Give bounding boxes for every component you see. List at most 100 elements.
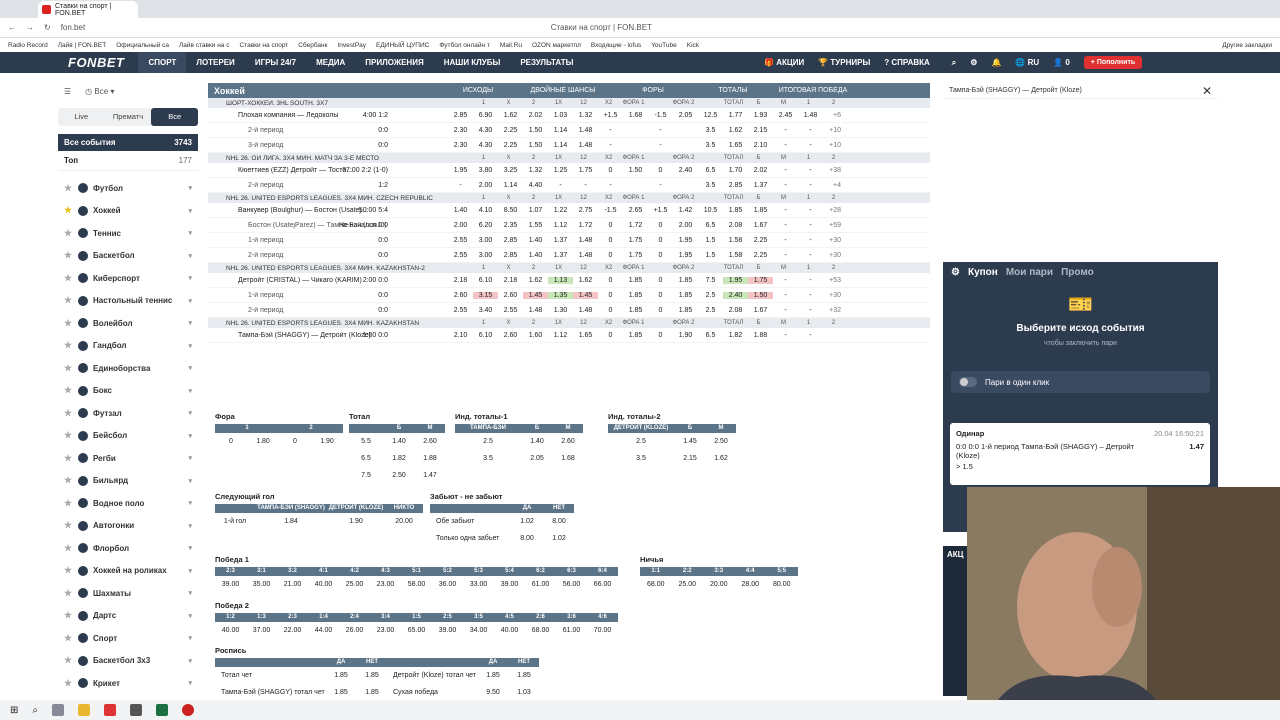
odds-cell[interactable]: 2.02 <box>523 112 548 119</box>
bookmark-item[interactable]: Футбол онлайн т <box>439 42 490 49</box>
tournaments-link[interactable]: 🏆 ТУРНИРЫ <box>818 58 870 67</box>
odds-cell[interactable]: 3.00 <box>473 252 498 259</box>
odds-cell[interactable]: 1.75 <box>748 276 773 284</box>
sidebar-tab[interactable]: Прематч <box>105 108 152 126</box>
odds-cell[interactable]: 2.85 <box>448 112 473 119</box>
chevron-down-icon[interactable]: ▾ <box>188 252 192 260</box>
odds-cell[interactable]: +1.5 <box>648 207 673 214</box>
odds-cell[interactable]: 2.75 <box>573 207 598 214</box>
odds-cell[interactable]: 2.02 <box>748 167 773 174</box>
market-odd[interactable]: 35.00 <box>246 576 277 593</box>
odds-cell[interactable]: 0 <box>648 222 673 229</box>
odds-cell[interactable]: 1.95 <box>673 252 698 259</box>
odds-cell[interactable]: - <box>773 307 798 314</box>
taskview-icon[interactable] <box>52 704 64 716</box>
market-odd[interactable]: 34.00 <box>463 622 494 639</box>
market-odd[interactable]: 1.02 <box>544 530 574 547</box>
bookmark-item[interactable]: Radio Record <box>8 42 48 49</box>
odds-cell[interactable]: 2.08 <box>723 307 748 314</box>
odds-cell[interactable]: 2.25 <box>498 127 523 134</box>
odds-cell[interactable]: 1.72 <box>573 222 598 229</box>
odds-cell[interactable]: 1.45 <box>573 291 598 299</box>
odds-cell[interactable]: - <box>798 142 823 149</box>
odds-cell[interactable]: 12.5 <box>698 112 723 119</box>
chevron-down-icon[interactable]: ▾ <box>188 387 192 395</box>
odds-cell[interactable] <box>623 182 648 189</box>
odds-cell[interactable]: 1.14 <box>498 182 523 189</box>
market-odd[interactable]: 61.00 <box>525 576 556 593</box>
market-odd[interactable]: 70.00 <box>587 622 618 639</box>
chevron-down-icon[interactable]: ▾ <box>188 544 192 552</box>
odds-cell[interactable]: 1.22 <box>548 207 573 214</box>
sport-item[interactable]: ★ Теннис ▾ <box>58 222 198 245</box>
market-odd[interactable]: 5.5 <box>349 433 383 450</box>
all-events-item[interactable]: Все события 3743 <box>58 134 198 151</box>
chevron-down-icon[interactable]: ▾ <box>188 612 192 620</box>
event-row[interactable]: 2-й период 0:0 2.30 4.30 2.25 1.50 1.14 1.48- -3… <box>208 123 930 138</box>
odds-cell[interactable]: 1.48 <box>573 307 598 314</box>
sidebar-tab[interactable]: Live <box>58 108 105 126</box>
nav-item[interactable]: НАШИ КЛУБЫ <box>434 52 511 73</box>
odds-cell[interactable]: 1.70 <box>723 167 748 174</box>
market-odd[interactable]: 1.47 <box>415 467 445 484</box>
odds-cell[interactable]: 2.00 <box>448 222 473 229</box>
nav-item[interactable]: СПОРТ <box>138 52 187 73</box>
odds-cell[interactable]: - <box>798 207 823 214</box>
odds-cell[interactable]: - <box>798 127 823 134</box>
odds-cell[interactable]: 1.12 <box>548 332 573 339</box>
bookmark-item[interactable]: Лайв | FON.BET <box>58 42 106 49</box>
star-icon[interactable]: ★ <box>64 205 78 216</box>
odds-cell[interactable]: 1.50 <box>523 127 548 134</box>
odds-cell[interactable]: 1.68 <box>623 112 648 119</box>
help-link[interactable]: ? СПРАВКА <box>884 58 929 67</box>
odds-cell[interactable]: - <box>573 182 598 189</box>
chevron-down-icon[interactable]: ▾ <box>188 522 192 530</box>
odds-cell[interactable]: -1.5 <box>648 112 673 119</box>
more-markets[interactable]: +32 <box>823 307 841 314</box>
star-icon[interactable]: ★ <box>64 228 78 239</box>
league-header[interactable]: NHL 26. UNITED ESPORTS LEAGUES. 3X4 МИН.… <box>208 318 930 328</box>
odds-cell[interactable]: 1.65 <box>723 142 748 149</box>
market-odd[interactable]: 36.00 <box>432 576 463 593</box>
odds-cell[interactable]: 1.03 <box>548 112 573 119</box>
odds-cell[interactable]: 3.40 <box>473 307 498 314</box>
sport-item[interactable]: ★ Водное поло ▾ <box>58 492 198 515</box>
odds-cell[interactable]: 1.32 <box>523 167 548 174</box>
chevron-down-icon[interactable]: ▾ <box>188 229 192 237</box>
odds-cell[interactable]: 1.85 <box>673 277 698 284</box>
odds-cell[interactable]: 3.5 <box>698 127 723 134</box>
nav-item[interactable]: ПРИЛОЖЕНИЯ <box>355 52 433 73</box>
event-row[interactable]: 1-й период 0:0 2.55 3.00 2.85 1.40 1.37 1.48 0 1.… <box>208 233 930 248</box>
odds-cell[interactable]: - <box>773 222 798 229</box>
browser-tab[interactable]: Ставки на спорт | FON.BET <box>38 1 138 18</box>
odds-cell[interactable]: 3.15 <box>473 291 498 299</box>
league-header[interactable]: ШОРТ-ХОККЕЙ. 3HL SOUTH. 3X7 1 X 2 1X 12 X2 ФОРА… <box>208 98 930 108</box>
tab-promo[interactable]: Промо <box>1061 267 1094 278</box>
odds-cell[interactable]: 2.55 <box>448 307 473 314</box>
odds-cell[interactable]: - <box>773 127 798 134</box>
chevron-down-icon[interactable]: ▾ <box>188 634 192 642</box>
sidebar-tab[interactable]: Все <box>151 108 199 126</box>
more-markets[interactable]: +30 <box>823 252 841 259</box>
odds-cell[interactable]: 2.18 <box>448 277 473 284</box>
odds-cell[interactable]: - <box>598 182 623 189</box>
event-row[interactable]: 1-й период 0:0 2.60 3.15 2.60 1.45 1.35 1.45 0 1.… <box>208 288 930 303</box>
odds-cell[interactable]: - <box>773 277 798 284</box>
odds-cell[interactable]: 2.60 <box>498 332 523 339</box>
odds-cell[interactable]: 1.77 <box>723 112 748 119</box>
gear-icon[interactable]: ⚙ <box>970 58 977 67</box>
odds-cell[interactable]: 2.05 <box>673 112 698 119</box>
odds-cell[interactable]: 2.25 <box>498 142 523 149</box>
sport-item[interactable]: ★ Гандбол ▾ <box>58 335 198 358</box>
chevron-down-icon[interactable]: ▾ <box>188 274 192 282</box>
more-markets[interactable]: +10 <box>823 142 841 149</box>
odds-cell[interactable]: - <box>598 142 623 149</box>
star-icon[interactable]: ★ <box>64 363 78 374</box>
event-row[interactable]: Ванкувер (Boulghur) — Бостон (Usatej... 5… <box>208 203 930 218</box>
star-icon[interactable]: ★ <box>64 655 78 666</box>
star-icon[interactable]: ★ <box>64 183 78 194</box>
odds-cell[interactable]: 1.48 <box>573 237 598 244</box>
market-odd[interactable]: 40.00 <box>215 622 246 639</box>
market-odd[interactable]: Тампа-Бэй (SHAGGY) тотал чет <box>215 684 325 701</box>
event-row[interactable]: Кюеттиев (EZZ) Детройт — Тосто... 37:00 2… <box>208 163 930 178</box>
